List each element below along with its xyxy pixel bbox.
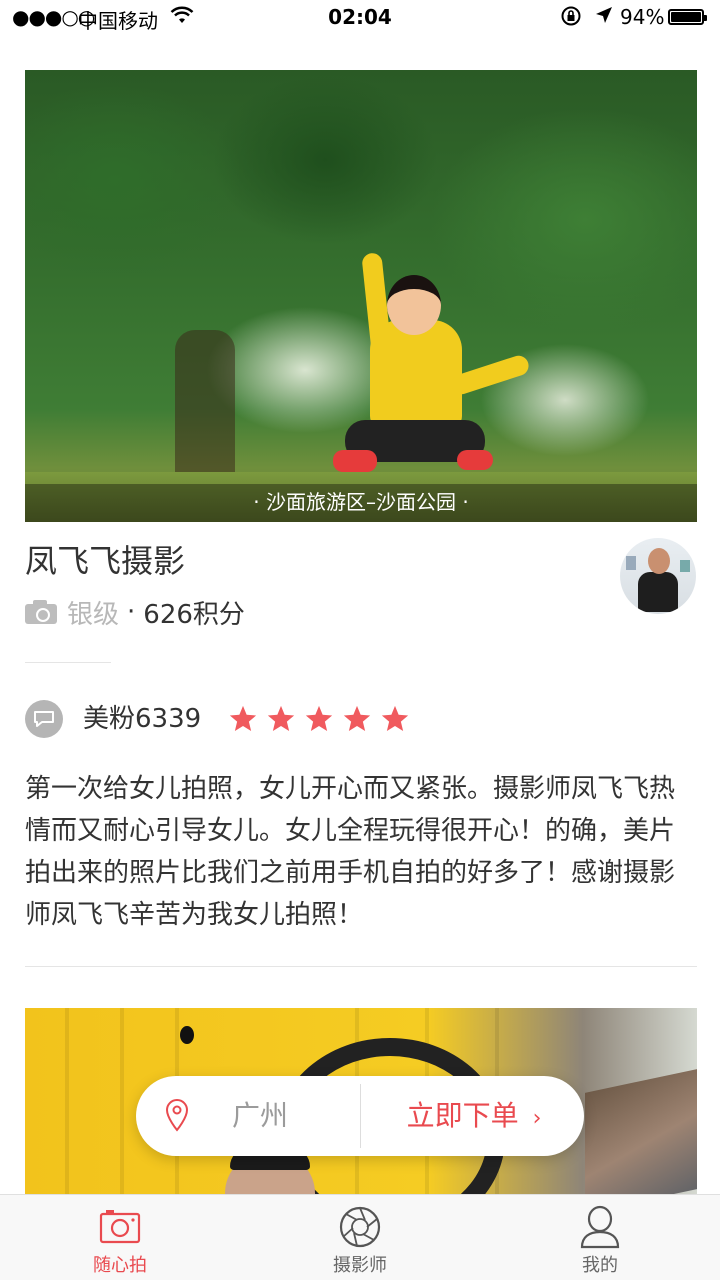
review-text: 第一次给女儿拍照，女儿开心而又紧张。摄影师凤飞飞热情而又耐心引导女儿。女儿全程玩… [25, 774, 676, 930]
photographer-level-row: 银级 · 626积分 [25, 594, 245, 630]
battery-percent: 94% [620, 5, 665, 29]
star-icon [229, 705, 257, 731]
level-label: 银级 [67, 599, 120, 630]
order-now-button[interactable]: 立即下单 › [364, 1076, 584, 1156]
battery-icon [668, 9, 707, 25]
pill-divider [360, 1084, 361, 1148]
tab-photographers[interactable]: 摄影师 [240, 1195, 480, 1281]
order-now-label: 立即下单 [406, 1099, 519, 1132]
bottom-tab-bar: 随心拍 摄影师 我的 [0, 1194, 720, 1280]
tab-mine[interactable]: 我的 [480, 1195, 720, 1281]
order-bar: 广州 立即下单 › [136, 1076, 584, 1156]
photographer-avatar[interactable] [620, 538, 696, 614]
city-selector[interactable]: 广州 [232, 1076, 288, 1156]
aperture-icon [339, 1206, 381, 1248]
star-icon [343, 705, 371, 731]
points-label: 626积分 [143, 599, 245, 630]
reviewer-name: 美粉6339 [83, 704, 202, 734]
star-icon [267, 705, 295, 731]
photo-subject [325, 245, 535, 505]
divider [25, 662, 111, 663]
camera-icon [99, 1210, 141, 1244]
photographer-name[interactable]: 凤飞飞摄影 [25, 536, 185, 582]
photo-location-caption: · 沙面旅游区–沙面公园 · [25, 484, 697, 522]
chat-bubble-icon [34, 711, 54, 727]
tab-label: 摄影师 [333, 1255, 387, 1276]
divider [25, 966, 697, 967]
user-icon [580, 1205, 620, 1249]
camera-level-icon [25, 600, 57, 624]
tab-label: 随心拍 [93, 1255, 147, 1276]
location-pin-icon [165, 1099, 189, 1132]
tab-suixinpai[interactable]: 随心拍 [0, 1195, 240, 1281]
star-icon [305, 705, 333, 731]
level-separator: · [127, 597, 136, 627]
location-arrow-icon [594, 5, 614, 30]
chevron-right-icon: › [532, 1106, 542, 1131]
rotation-lock-icon [560, 5, 582, 32]
star-icon [381, 705, 409, 731]
reviewer-avatar [25, 700, 63, 738]
tab-label: 我的 [582, 1255, 618, 1276]
status-bar: ●●●○○ 中国移动 02:04 94% [0, 0, 720, 38]
rating-stars [228, 700, 418, 738]
hero-photo[interactable]: · 沙面旅游区–沙面公园 · [25, 70, 697, 522]
